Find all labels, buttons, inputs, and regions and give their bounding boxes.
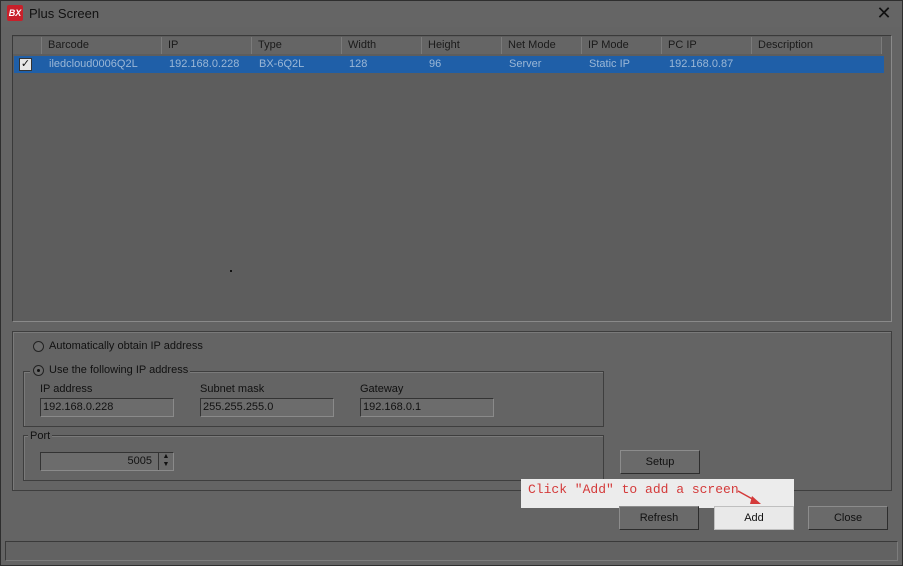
title-bar: BX Plus Screen ✕ — [1, 1, 902, 27]
column-header-type[interactable]: Type — [252, 37, 342, 54]
auto-ip-radio[interactable] — [33, 341, 44, 352]
port-spin-buttons[interactable]: ▲ ▼ — [158, 453, 173, 470]
refresh-button[interactable]: Refresh — [619, 506, 699, 530]
spin-up-icon[interactable]: ▲ — [159, 453, 173, 461]
status-bar — [5, 541, 898, 561]
cell-barcode: iledcloud0006Q2L — [49, 58, 138, 70]
cell-pc-ip: 192.168.0.87 — [669, 58, 734, 70]
port-stepper[interactable]: 5005 — [40, 452, 174, 471]
app-logo-icon: BX — [7, 5, 23, 21]
setup-button[interactable]: Setup — [620, 450, 700, 474]
annotation-arrow-icon — [737, 490, 761, 504]
list-header: Barcode IP Type Width Height Net Mode IP… — [13, 37, 891, 54]
table-row[interactable]: ✓ iledcloud0006Q2L 192.168.0.228 BX-6Q2L… — [14, 56, 884, 73]
static-ip-label[interactable]: Use the following IP address — [49, 364, 188, 376]
gateway-field[interactable]: 192.168.0.1 — [360, 398, 494, 417]
column-header-check[interactable] — [13, 37, 42, 54]
cell-ip-mode: Static IP — [589, 58, 630, 70]
plus-screen-dialog: BX Plus Screen ✕ Barcode IP Type Width H… — [0, 0, 903, 566]
row-checkbox[interactable]: ✓ — [19, 58, 32, 71]
cell-ip: 192.168.0.228 — [169, 58, 240, 70]
annotation-text: Click "Add" to add a screen — [528, 482, 739, 497]
static-ip-radio[interactable] — [33, 365, 44, 376]
auto-ip-label[interactable]: Automatically obtain IP address — [49, 340, 203, 352]
close-window-icon[interactable]: ✕ — [876, 4, 892, 22]
close-button[interactable]: Close — [808, 506, 888, 530]
mouse-cursor-dot — [230, 270, 232, 272]
column-header-net-mode[interactable]: Net Mode — [502, 37, 582, 54]
screen-list[interactable]: Barcode IP Type Width Height Net Mode IP… — [12, 35, 892, 322]
spin-down-icon[interactable]: ▼ — [159, 461, 173, 469]
port-label: Port — [30, 430, 51, 442]
column-header-width[interactable]: Width — [342, 37, 422, 54]
column-header-ip[interactable]: IP — [162, 37, 252, 54]
subnet-mask-field[interactable]: 255.255.255.0 — [200, 398, 334, 417]
column-header-description[interactable]: Description — [752, 37, 882, 54]
column-header-height[interactable]: Height — [422, 37, 502, 54]
column-header-pc-ip[interactable]: PC IP — [662, 37, 752, 54]
ip-address-label: IP address — [40, 383, 93, 395]
ip-address-field[interactable]: 192.168.0.228 — [40, 398, 174, 417]
cell-height: 96 — [429, 58, 442, 70]
cell-type: BX-6Q2L — [259, 58, 305, 70]
column-header-barcode[interactable]: Barcode — [42, 37, 162, 54]
subnet-mask-label: Subnet mask — [200, 383, 265, 395]
add-button[interactable]: Add — [714, 506, 794, 530]
cell-description — [753, 56, 883, 73]
gateway-label: Gateway — [360, 383, 404, 395]
cell-width: 128 — [349, 58, 368, 70]
window-title: Plus Screen — [29, 6, 100, 21]
cell-net-mode: Server — [509, 58, 542, 70]
column-header-ip-mode[interactable]: IP Mode — [582, 37, 662, 54]
